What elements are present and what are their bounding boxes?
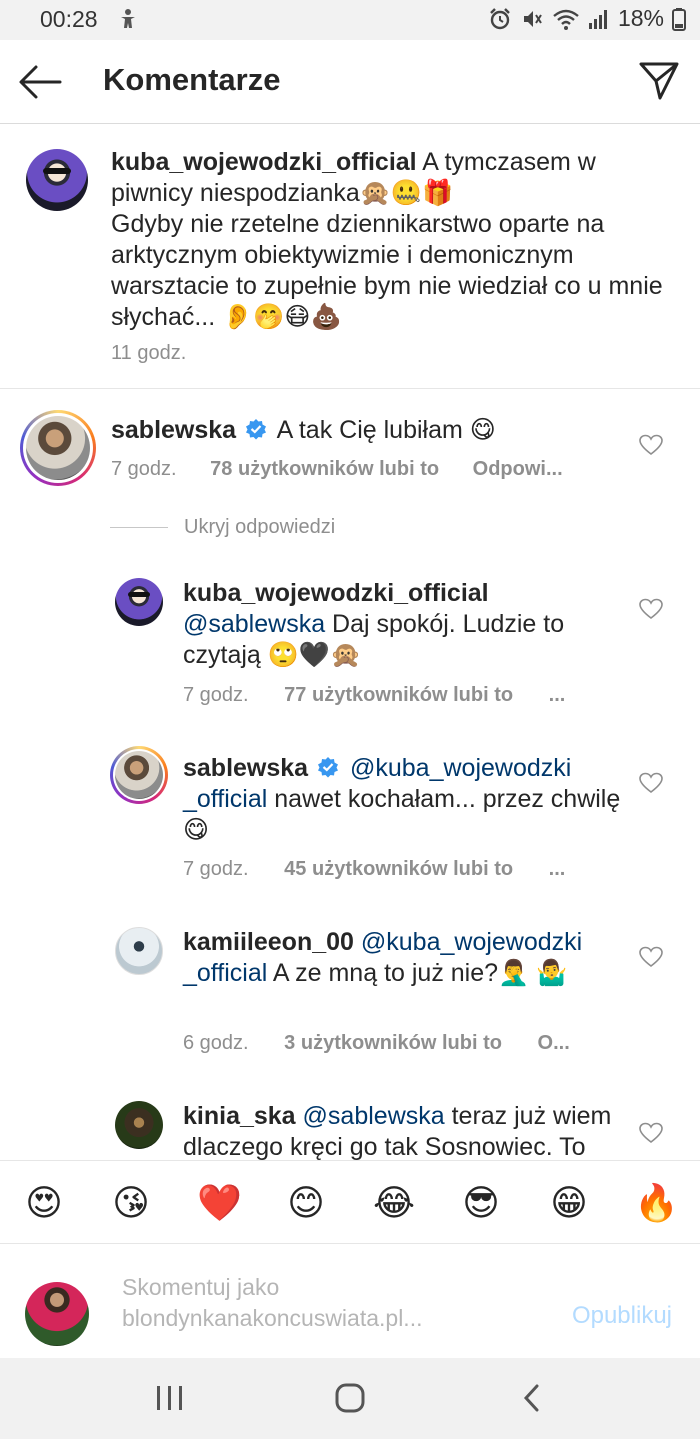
reply-item: sablewska @kuba_wojewodzki _official naw… [0,744,700,894]
reply-text: kamiileeon_00 @kuba_wojewodzki _official… [183,927,623,989]
reply-meta: 7 godz. 77 użytkowników lubi to ... [183,684,565,707]
emoji-tears-of-joy[interactable]: 😂 [372,1181,416,1225]
reply-body: A ze mną to już nie?🤦‍♂️ 🤷‍♂️ [267,959,568,987]
emoji-heart-eyes[interactable]: 😍 [22,1181,66,1225]
caption-username[interactable]: kuba_wojewodzki_official [111,148,417,176]
reply-text: kinia_ska @sablewska teraz już wiem dlac… [183,1101,633,1160]
avatar[interactable] [115,1101,163,1149]
story-ring[interactable] [110,746,168,804]
reply-mention[interactable]: @sablewska [183,610,325,638]
battery-icon [672,7,686,31]
comment-time: 7 godz. [111,458,177,480]
comment-text: sablewska A tak Cię lubiłam 😋 [111,415,631,446]
hide-replies-label: Ukryj odpowiedzi [184,516,336,538]
avatar[interactable] [115,578,163,626]
signal-icon [588,9,607,29]
wifi-icon [553,9,579,30]
caption-text: kuba_wojewodzki_official A tymczasem w p… [111,147,671,333]
comment-likes[interactable]: 78 użytkowników lubi to [210,458,439,480]
emoji-smile[interactable]: 😊 [284,1181,328,1225]
verified-badge-icon [246,419,267,440]
header: Komentarze [0,40,700,124]
reply-username[interactable]: kinia_ska [183,1102,296,1130]
reply-username[interactable]: kamiileeon_00 [183,928,354,956]
avatar [115,751,163,799]
home-icon[interactable] [332,1382,368,1414]
emoji-sunglasses[interactable]: 😎 [459,1181,503,1225]
reply-button[interactable]: Odpowi... [473,458,563,480]
heart-icon[interactable] [639,598,663,620]
status-time: 00:28 [40,6,98,32]
emoji-fire[interactable]: 🔥 [634,1181,679,1225]
reply-more-button[interactable]: O... [538,1032,570,1054]
alarm-icon [490,7,510,29]
reply-likes[interactable]: 3 użytkowników lubi to [284,1032,502,1054]
reply-item: kinia_ska @sablewska teraz już wiem dlac… [0,1092,700,1160]
post-caption: kuba_wojewodzki_official A tymczasem w p… [0,125,700,389]
story-ring[interactable] [20,410,96,486]
my-avatar [25,1282,89,1346]
heart-icon[interactable] [639,946,663,968]
comment-body: A tak Cię lubiłam 😋 [276,416,496,444]
reply-time: 7 godz. [183,858,249,880]
back-icon[interactable] [515,1382,551,1414]
heart-icon[interactable] [639,772,663,794]
avatar[interactable] [26,149,88,211]
reply-username[interactable]: kuba_wojewodzki_official [183,579,489,607]
reply-more-button[interactable]: ... [549,858,566,880]
battery-percent: 18% [617,5,664,31]
recent-apps-icon[interactable] [152,1382,188,1414]
comment-composer: Skomentuj jako blondynkanakoncuswiata.pl… [0,1244,700,1358]
emoji-grin[interactable]: 😁 [547,1181,591,1225]
avatar [26,416,90,480]
reply-item: kuba_wojewodzki_official @sablewska Daj … [0,570,700,720]
reply-text: kuba_wojewodzki_official @sablewska Daj … [183,578,623,671]
verified-badge-icon [318,757,339,778]
page-title: Komentarze [103,62,281,97]
system-nav-bar [0,1358,700,1439]
reply-item: kamiileeon_00 @kuba_wojewodzki _official… [0,918,700,1068]
publish-button[interactable]: Opublikuj [572,1302,672,1330]
reply-meta: 7 godz. 45 użytkowników lubi to ... [183,858,565,881]
comment-username[interactable]: sablewska [111,416,236,444]
emoji-kiss[interactable]: 😘 [109,1181,153,1225]
accessibility-icon [121,9,135,28]
comment-meta: 7 godz. 78 użytkowników lubi to Odpowi..… [111,458,563,481]
heart-icon[interactable] [639,434,663,456]
reply-mention[interactable]: @sablewska [303,1102,445,1130]
reply-time: 6 godz. [183,1032,249,1054]
status-bar: 00:28 18% [0,0,700,40]
caption-timestamp: 11 godz. [111,342,187,364]
comment-input[interactable]: Skomentuj jako blondynkanakoncuswiata.pl… [122,1272,502,1334]
reply-meta: 6 godz. 3 użytkowników lubi to O... [183,1032,570,1055]
reply-more-button[interactable]: ... [549,684,566,706]
back-arrow-icon[interactable] [18,62,62,102]
hide-replies-toggle[interactable]: Ukryj odpowiedzi [110,516,335,539]
mute-icon [523,10,542,27]
caption-line-2: Gdyby nie rzetelne dziennikarstwo oparte… [111,210,663,331]
status-icons: 18% [488,5,686,32]
emoji-quick-bar: 😍 😘 ❤️ 😊 😂 😎 😁 🔥 [0,1160,700,1244]
reply-time: 7 godz. [183,684,249,706]
direct-send-icon[interactable] [638,60,680,102]
comment-item: sablewska A tak Cię lubiłam 😋 7 godz. 78… [0,390,700,500]
reply-likes[interactable]: 77 użytkowników lubi to [284,684,513,706]
divider [110,527,168,528]
emoji-red-heart[interactable]: ❤️ [197,1181,242,1225]
reply-likes[interactable]: 45 użytkowników lubi to [284,858,513,880]
reply-username[interactable]: sablewska [183,754,308,782]
avatar[interactable] [115,927,163,975]
heart-icon[interactable] [639,1122,663,1144]
reply-text: sablewska @kuba_wojewodzki _official naw… [183,753,623,846]
